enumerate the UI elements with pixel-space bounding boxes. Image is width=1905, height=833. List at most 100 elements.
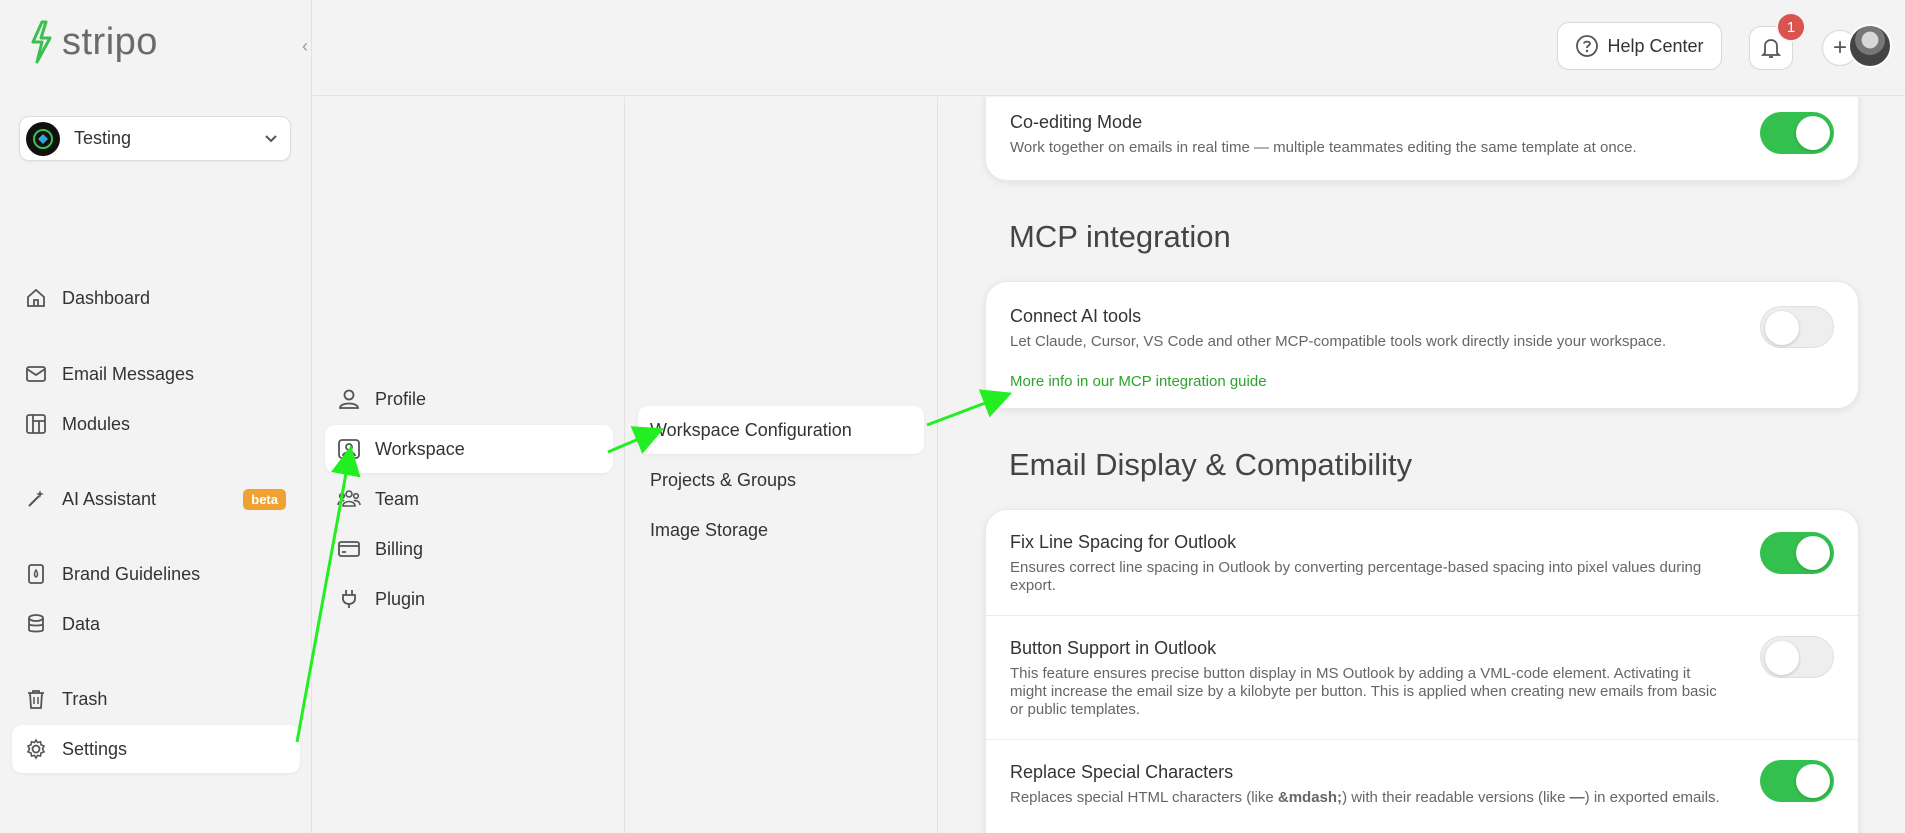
sidebar-item-label: Brand Guidelines xyxy=(62,563,201,584)
special-chars-desc-suffix: ) in exported emails. xyxy=(1584,789,1720,806)
settings-item-profile[interactable]: Profile xyxy=(325,375,613,423)
mcp-card: Connect AI tools Let Claude, Cursor, VS … xyxy=(985,281,1859,409)
sidebar-item-brand-guidelines[interactable]: Brand Guidelines xyxy=(12,550,300,598)
sidebar-item-ai-assistant[interactable]: AI Assistant beta xyxy=(12,475,300,523)
coediting-title: Co-editing Mode xyxy=(1010,112,1143,132)
collapse-sidebar-icon[interactable]: ‹ xyxy=(302,36,308,57)
coediting-toggle[interactable] xyxy=(1760,112,1834,154)
toggle-knob xyxy=(1796,116,1830,150)
sidebar-item-label: Trash xyxy=(62,688,108,709)
sidebar-item-label: Data xyxy=(62,613,101,634)
special-chars-code: &mdash; xyxy=(1277,789,1343,806)
sidebar-item-dashboard[interactable]: Dashboard xyxy=(12,274,300,322)
question-circle-icon xyxy=(1576,35,1599,57)
mail-icon xyxy=(24,362,48,386)
credit-card-icon xyxy=(337,537,361,561)
settings-item-label: Billing xyxy=(375,538,424,559)
project-name: Testing xyxy=(74,128,132,148)
special-chars-title: Replace Special Characters xyxy=(1010,762,1234,782)
stripo-bolt-icon xyxy=(31,20,52,64)
toggle-knob xyxy=(1796,764,1830,798)
user-icon xyxy=(337,387,361,411)
toggle-knob xyxy=(1796,536,1830,570)
chevron-down-icon xyxy=(265,134,277,142)
compat-card: Fix Line Spacing for Outlook Ensures cor… xyxy=(985,509,1859,833)
gear-icon xyxy=(24,737,48,761)
mcp-guide-link[interactable]: More info in our MCP integration guide xyxy=(1010,373,1728,390)
sidebar-item-label: Email Messages xyxy=(62,363,195,384)
help-center-button[interactable]: Help Center xyxy=(1557,22,1722,70)
workspace-item-configuration[interactable]: Workspace Configuration xyxy=(638,406,924,454)
sidebar-item-label: Dashboard xyxy=(62,287,151,308)
settings-menu: Profile Workspace Team Billing Plugin xyxy=(313,97,625,833)
compat-row-line-spacing: Fix Line Spacing for Outlook Ensures cor… xyxy=(986,510,1858,615)
sidebar: stripo ‹ Testing Dashboard Email Message… xyxy=(0,0,312,833)
button-support-toggle[interactable] xyxy=(1760,636,1834,678)
user-avatar[interactable] xyxy=(1848,24,1892,68)
settings-item-label: Workspace xyxy=(375,438,465,459)
magic-wand-icon xyxy=(24,487,48,511)
button-support-desc: This feature ensures precise button disp… xyxy=(1010,665,1717,718)
sidebar-item-label: Modules xyxy=(62,413,131,434)
sidebar-item-settings[interactable]: Settings xyxy=(12,725,300,773)
help-center-label: Help Center xyxy=(1607,35,1704,56)
workspace-icon xyxy=(337,437,361,461)
line-spacing-desc: Ensures correct line spacing in Outlook … xyxy=(1010,559,1702,594)
special-chars-code-2: — xyxy=(1569,789,1585,806)
mcp-desc: Let Claude, Cursor, VS Code and other MC… xyxy=(1010,333,1667,350)
settings-item-label: Plugin xyxy=(375,588,426,609)
sidebar-item-label: AI Assistant xyxy=(62,488,157,509)
brand-name: stripo xyxy=(62,20,158,63)
modules-icon xyxy=(24,412,48,436)
notification-count-badge: 1 xyxy=(1776,12,1806,42)
settings-item-billing[interactable]: Billing xyxy=(325,525,613,573)
sidebar-item-trash[interactable]: Trash xyxy=(12,675,300,723)
plug-icon xyxy=(337,587,361,611)
mcp-row: Connect AI tools Let Claude, Cursor, VS … xyxy=(986,282,1858,410)
settings-item-plugin[interactable]: Plugin xyxy=(325,575,613,623)
special-chars-toggle[interactable] xyxy=(1760,760,1834,802)
workspace-item-label: Projects & Groups xyxy=(650,469,797,490)
settings-item-team[interactable]: Team xyxy=(325,475,613,523)
coediting-card: Co-editing Mode Work together on emails … xyxy=(985,97,1859,181)
trash-icon xyxy=(24,687,48,711)
workspace-item-label: Image Storage xyxy=(650,519,769,540)
mcp-section-title: MCP integration xyxy=(1009,219,1231,254)
project-logo-icon xyxy=(33,128,53,149)
compat-row-special-chars: Replace Special Characters Replaces spec… xyxy=(986,739,1858,827)
mcp-toggle[interactable] xyxy=(1760,306,1834,348)
toggle-knob xyxy=(1765,311,1799,345)
compat-section-title: Email Display & Compatibility xyxy=(1009,447,1413,482)
team-icon xyxy=(337,487,361,511)
settings-item-workspace[interactable]: Workspace xyxy=(325,425,613,473)
workspace-item-image-storage[interactable]: Image Storage xyxy=(638,506,924,554)
bell-icon xyxy=(1761,39,1781,58)
home-icon xyxy=(24,286,48,310)
beta-badge: beta xyxy=(243,488,286,510)
sidebar-item-modules[interactable]: Modules xyxy=(12,400,300,448)
workspace-menu: Workspace Configuration Projects & Group… xyxy=(626,97,938,833)
mcp-title: Connect AI tools xyxy=(1010,306,1142,326)
workspace-item-projects-groups[interactable]: Projects & Groups xyxy=(638,456,924,504)
project-selector[interactable]: Testing xyxy=(19,116,291,161)
button-support-title: Button Support in Outlook xyxy=(1010,638,1217,658)
workspace-configuration-content: Co-editing Mode Work together on emails … xyxy=(939,97,1905,833)
special-chars-desc-middle: ) with their readable versions (like xyxy=(1342,789,1570,806)
line-spacing-title: Fix Line Spacing for Outlook xyxy=(1010,532,1237,552)
settings-item-label: Profile xyxy=(375,388,427,409)
line-spacing-toggle[interactable] xyxy=(1760,532,1834,574)
workspace-item-label: Workspace Configuration xyxy=(650,419,852,440)
sidebar-item-email-messages[interactable]: Email Messages xyxy=(12,350,300,398)
brand-book-icon xyxy=(24,562,48,586)
sidebar-item-data[interactable]: Data xyxy=(12,600,300,648)
project-avatar xyxy=(26,121,60,156)
compat-row-button-support: Button Support in Outlook This feature e… xyxy=(986,615,1858,739)
coediting-row: Co-editing Mode Work together on emails … xyxy=(986,97,1858,177)
sidebar-item-label: Settings xyxy=(62,738,128,759)
database-icon xyxy=(24,612,48,636)
stripo-logo[interactable]: stripo xyxy=(28,20,158,64)
settings-item-label: Team xyxy=(375,488,420,509)
toggle-knob xyxy=(1765,641,1799,675)
special-chars-desc-prefix: Replaces special HTML characters (like xyxy=(1010,789,1278,806)
plus-icon: + xyxy=(1832,34,1847,61)
